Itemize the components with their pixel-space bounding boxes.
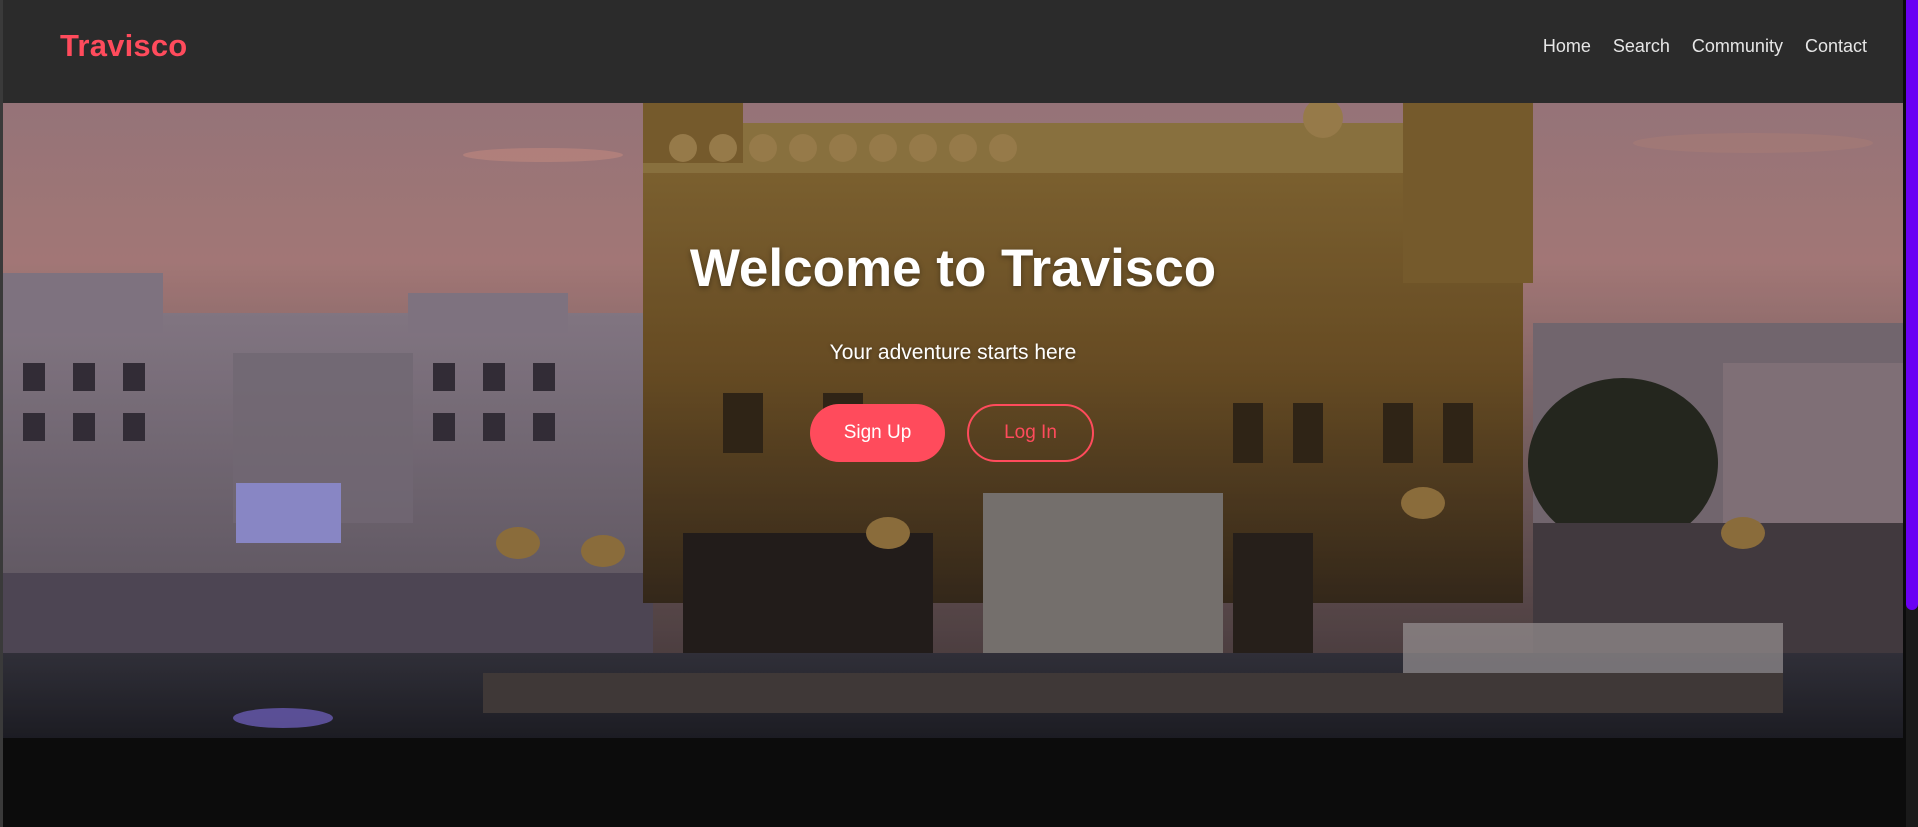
vertical-scrollbar[interactable] — [1906, 0, 1918, 827]
hero-buttons: Sign Up Log In — [3, 404, 1903, 462]
hero-title: Welcome to Travisco — [689, 239, 1217, 298]
hero-section: Welcome to Travisco Your adventure start… — [3, 103, 1903, 738]
log-in-button[interactable]: Log In — [967, 404, 1094, 462]
brand-logo[interactable]: Travisco — [60, 28, 187, 64]
navbar: Travisco Home Search Community Contact — [3, 0, 1903, 103]
page: Travisco Home Search Community Contact W… — [0, 0, 1918, 827]
scrollbar-thumb[interactable] — [1906, 0, 1918, 610]
sign-up-button[interactable]: Sign Up — [810, 404, 945, 462]
nav-link-contact[interactable]: Contact — [1805, 36, 1867, 57]
nav-links: Home Search Community Contact — [1543, 36, 1867, 57]
hero-subtitle: Your adventure starts here — [829, 341, 1077, 364]
nav-link-community[interactable]: Community — [1692, 36, 1783, 57]
nav-link-home[interactable]: Home — [1543, 36, 1591, 57]
nav-link-search[interactable]: Search — [1613, 36, 1670, 57]
